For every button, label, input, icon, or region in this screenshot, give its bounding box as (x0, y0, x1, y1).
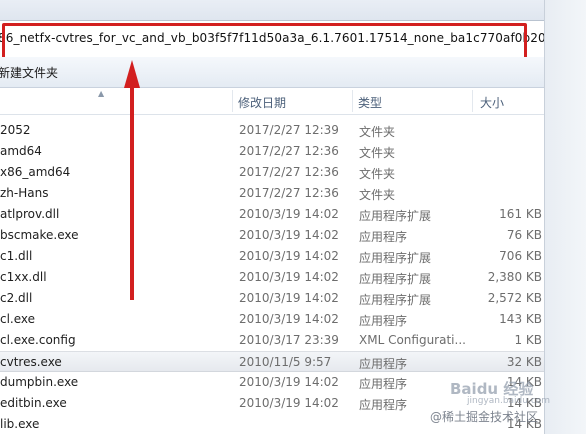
watermark-url: jingyan.baidu.com (467, 396, 551, 406)
red-arrow-icon (124, 60, 140, 300)
watermark: Baidu 经验 jingyan.baidu.com @稀土掘金技术社区 (430, 378, 580, 428)
watermark-caption: @稀土掘金技术社区 (430, 410, 539, 424)
